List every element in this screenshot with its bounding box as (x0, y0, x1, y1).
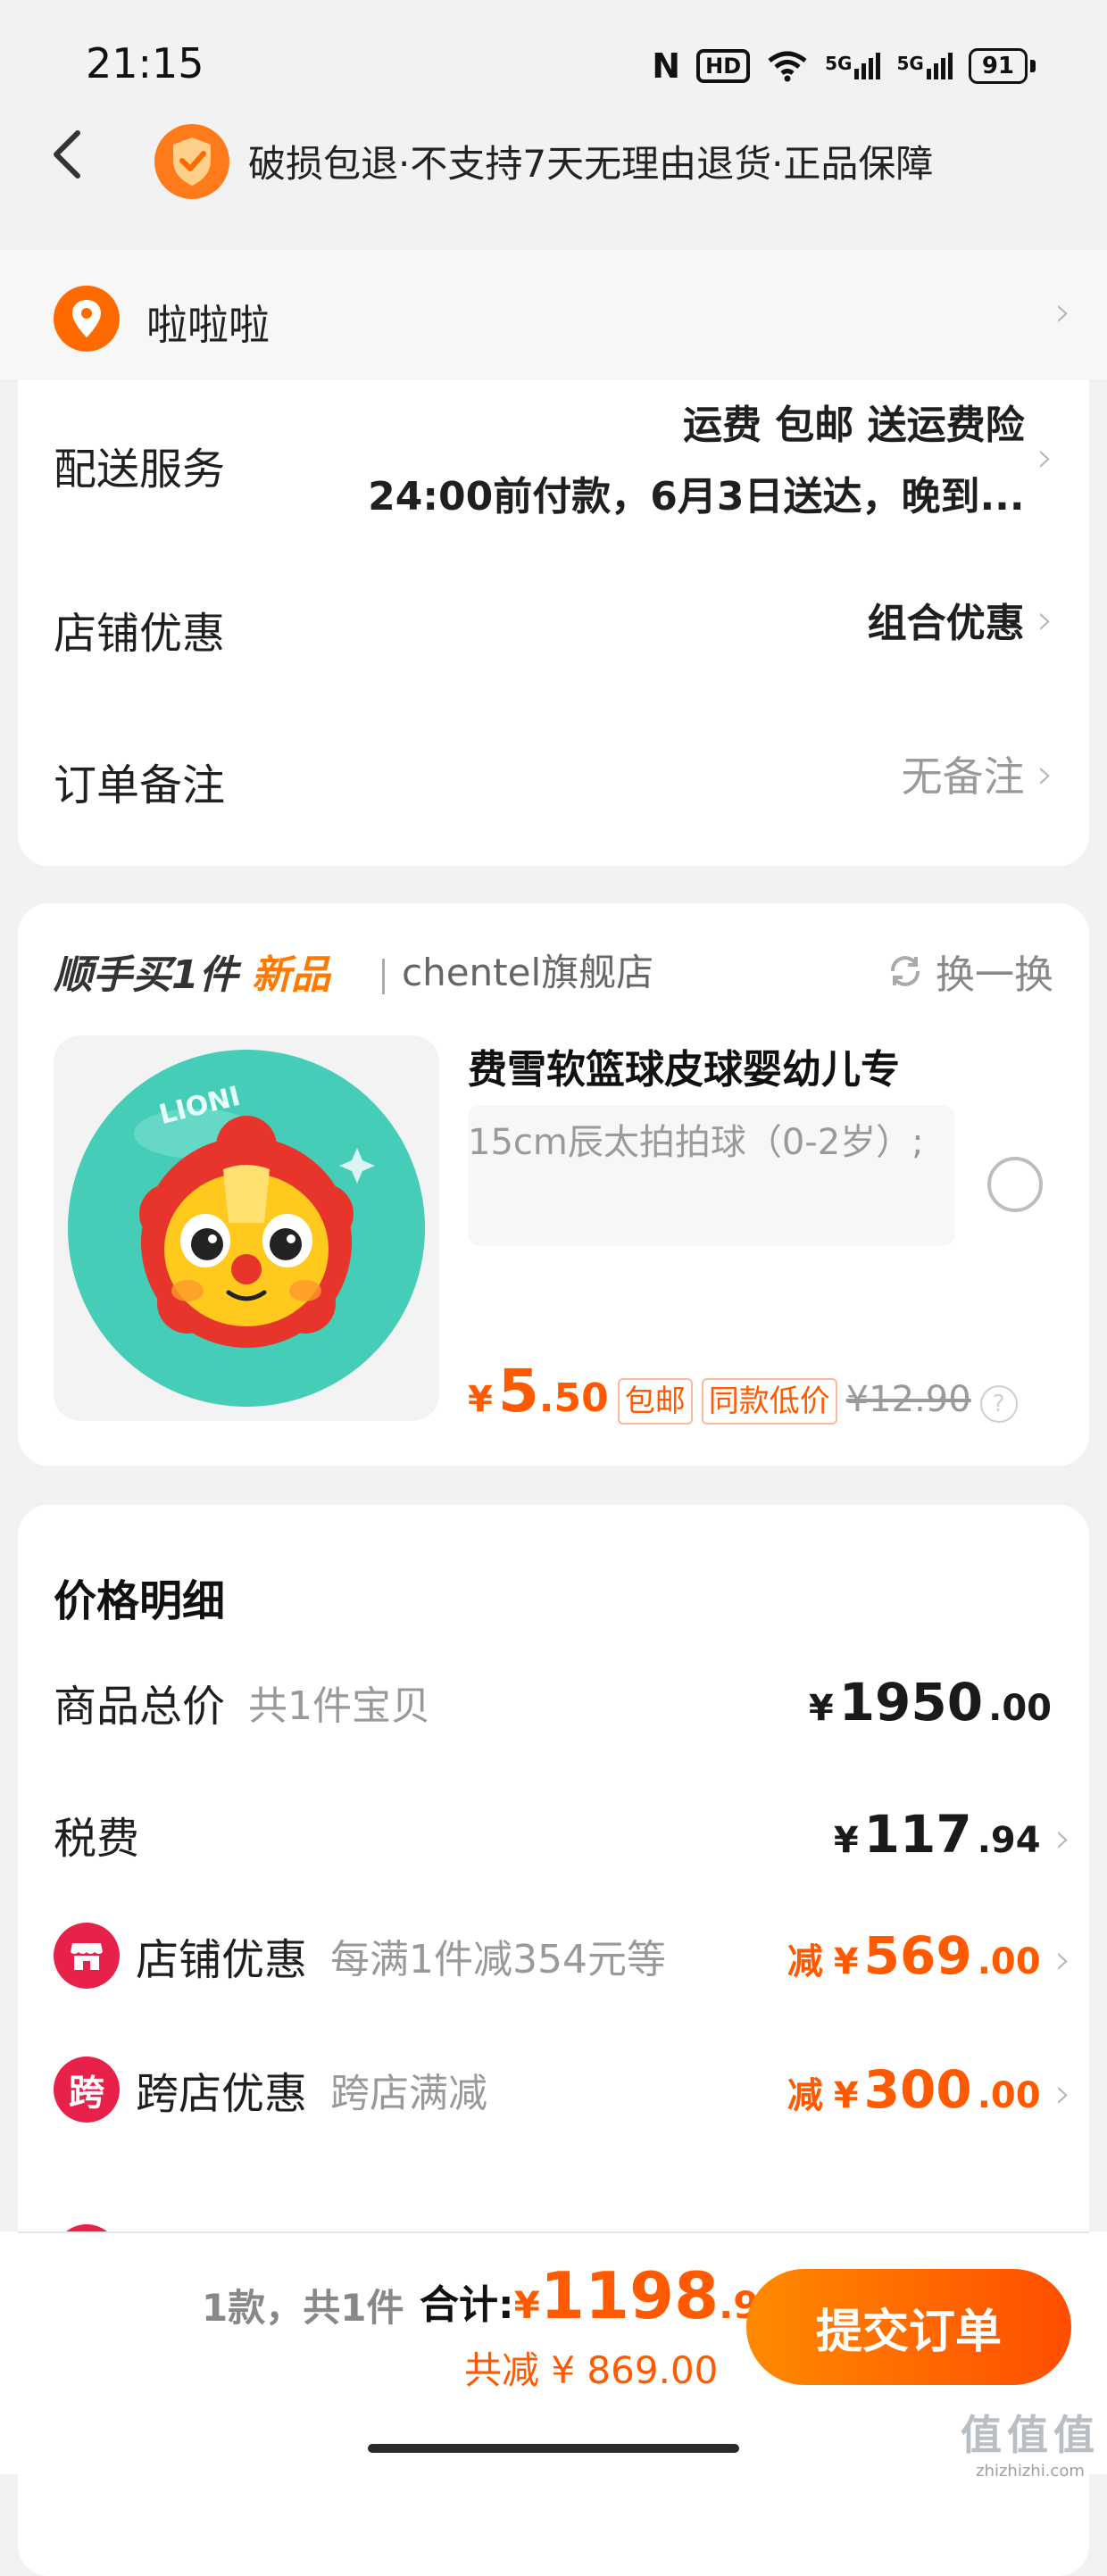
chevron-right-icon: › (1054, 287, 1071, 336)
store-discount-detail-row[interactable]: 店铺优惠 每满1件减354元等 减 ¥ 569 .00 › (54, 1923, 1071, 1989)
goods-total-label: 商品总价 (54, 1682, 226, 1732)
store-discount-label: 店铺优惠 (54, 609, 226, 659)
store-icon-glyph (71, 1943, 103, 1970)
signal-5g-icon-2: 5G (896, 53, 953, 79)
product-name[interactable]: 费雪软篮球皮球婴幼儿专 (468, 1037, 900, 1094)
address-name: 啦啦啦 (146, 301, 270, 349)
chevron-right-icon: › (1036, 750, 1053, 798)
product-image[interactable]: LIONI (54, 1035, 439, 1421)
delivery-fee-text: 运费 包邮 送运费险 (682, 403, 1025, 448)
chevron-left-icon (54, 130, 80, 179)
store-discount-value: 组合优惠 (867, 601, 1025, 646)
order-total: 合计: ¥ 1198 .94 (420, 2258, 786, 2333)
chevron-right-icon: › (1054, 1935, 1071, 1983)
delivery-service-label: 配送服务 (54, 445, 226, 494)
product-price: ¥ 5 .50 (468, 1357, 609, 1425)
store-discount-detail-label: 店铺优惠 (136, 1935, 308, 1985)
divider (18, 2231, 1089, 2233)
cross-store-discount-label: 跨店优惠 (136, 2069, 308, 2119)
price-detail-title: 价格明细 (54, 1576, 226, 1626)
swap-button[interactable]: 换一换 (886, 943, 1053, 1000)
order-note-row[interactable]: 无备注 › (902, 744, 1053, 803)
product-price-row: ¥ 5 .50 包邮 同款低价 ¥12.90 ? (468, 1357, 1018, 1425)
total-label: 合计: (420, 2282, 514, 2328)
location-pin-icon (54, 286, 120, 352)
order-options-card: 配送服务 运费 包邮 送运费险 24:00前付款，6月3日送达，晚到... › … (18, 380, 1089, 866)
add-on-title: 顺手买1件 新品 (54, 952, 330, 998)
shop-name: chentel旗舰店 (402, 951, 654, 994)
total-saved: 共减 ¥ 869.00 (464, 2348, 719, 2392)
back-button[interactable] (36, 123, 98, 186)
store-icon (54, 1923, 120, 1989)
hd-icon: HD (696, 49, 751, 83)
status-icons: N HD 5G 5G 91 (652, 46, 1036, 86)
lion-ball-image: LIONI (68, 1050, 425, 1407)
new-tag: 新品 (251, 952, 330, 998)
tax-row[interactable]: 税费 ¥ 117 .94 › (54, 1803, 1071, 1866)
store-discount-detail-desc: 每满1件减354元等 (330, 1937, 666, 1982)
cross-store-discount-amount: 减 ¥ 300 .00 › (787, 2059, 1071, 2120)
total-amount: 1198 (539, 2258, 720, 2333)
goods-count: 共1件宝贝 (248, 1683, 431, 1729)
order-note-value: 无备注 (901, 752, 1025, 801)
goods-total-row: 商品总价 共1件宝贝 ¥ 1950 .00 (54, 1671, 1071, 1733)
tax-label: 税费 (54, 1814, 140, 1864)
nfc-icon: N (652, 46, 681, 86)
address-selector[interactable]: 啦啦啦 › (0, 250, 1107, 382)
divider (382, 959, 385, 994)
battery-icon: 91 (968, 48, 1036, 84)
free-shipping-tag: 包邮 (617, 1378, 693, 1425)
cross-store-badge-icon: 跨 (54, 2057, 120, 2123)
order-note-label: 订单备注 (54, 760, 226, 810)
original-price: ¥12.90 (845, 1379, 971, 1420)
checkout-bar: 1款，共1件 合计: ¥ 1198 .94 共减 ¥ 869.00 提交订单 值… (0, 2231, 1107, 2480)
product-spec[interactable]: 15cm辰太拍拍球（0-2岁）; (468, 1105, 955, 1246)
help-icon[interactable]: ? (979, 1385, 1018, 1423)
status-time: 21:15 (86, 39, 204, 87)
chevron-right-icon: › (1036, 595, 1053, 644)
chevron-right-icon: › (1054, 2069, 1071, 2117)
tax-amount: ¥ 117 .94 › (833, 1804, 1071, 1865)
refresh-icon (891, 956, 920, 986)
watermark: 值值值 zhizhizhi.com (961, 2411, 1100, 2480)
store-discount-amount: 减 ¥ 569 .00 › (787, 1925, 1071, 1986)
submit-order-button[interactable]: 提交订单 (746, 2269, 1071, 2385)
signal-5g-icon-1: 5G (825, 53, 881, 79)
goods-total-amount: ¥ 1950 .00 (808, 1672, 1052, 1733)
delivery-eta-text: 24:00前付款，6月3日送达，晚到... (368, 474, 1025, 519)
chevron-right-icon: › (1036, 433, 1053, 481)
delivery-service-row[interactable]: 运费 包邮 送运费险 24:00前付款，6月3日送达，晚到... › (368, 393, 1053, 521)
select-add-on-radio[interactable] (987, 1157, 1043, 1212)
chevron-right-icon: › (1054, 1814, 1071, 1862)
guarantee-banner-title: 破损包退·不支持7天无理由退货·正品保障 (248, 142, 934, 186)
item-count: 1款，共1件 (202, 2286, 404, 2330)
store-discount-row[interactable]: 组合优惠 › (868, 591, 1053, 648)
add-on-card: 顺手买1件 新品 chentel旗舰店 换一换 LIONI 费雪软篮球皮球婴幼儿… (18, 903, 1089, 1466)
cross-store-discount-desc: 跨店满减 (330, 2071, 488, 2116)
home-indicator[interactable] (368, 2444, 739, 2453)
shield-check-icon (154, 124, 229, 199)
same-low-price-tag: 同款低价 (701, 1378, 837, 1425)
wifi-icon (768, 51, 807, 82)
cross-store-discount-row[interactable]: 跨 跨店优惠 跨店满减 减 ¥ 300 .00 › (54, 2057, 1071, 2123)
